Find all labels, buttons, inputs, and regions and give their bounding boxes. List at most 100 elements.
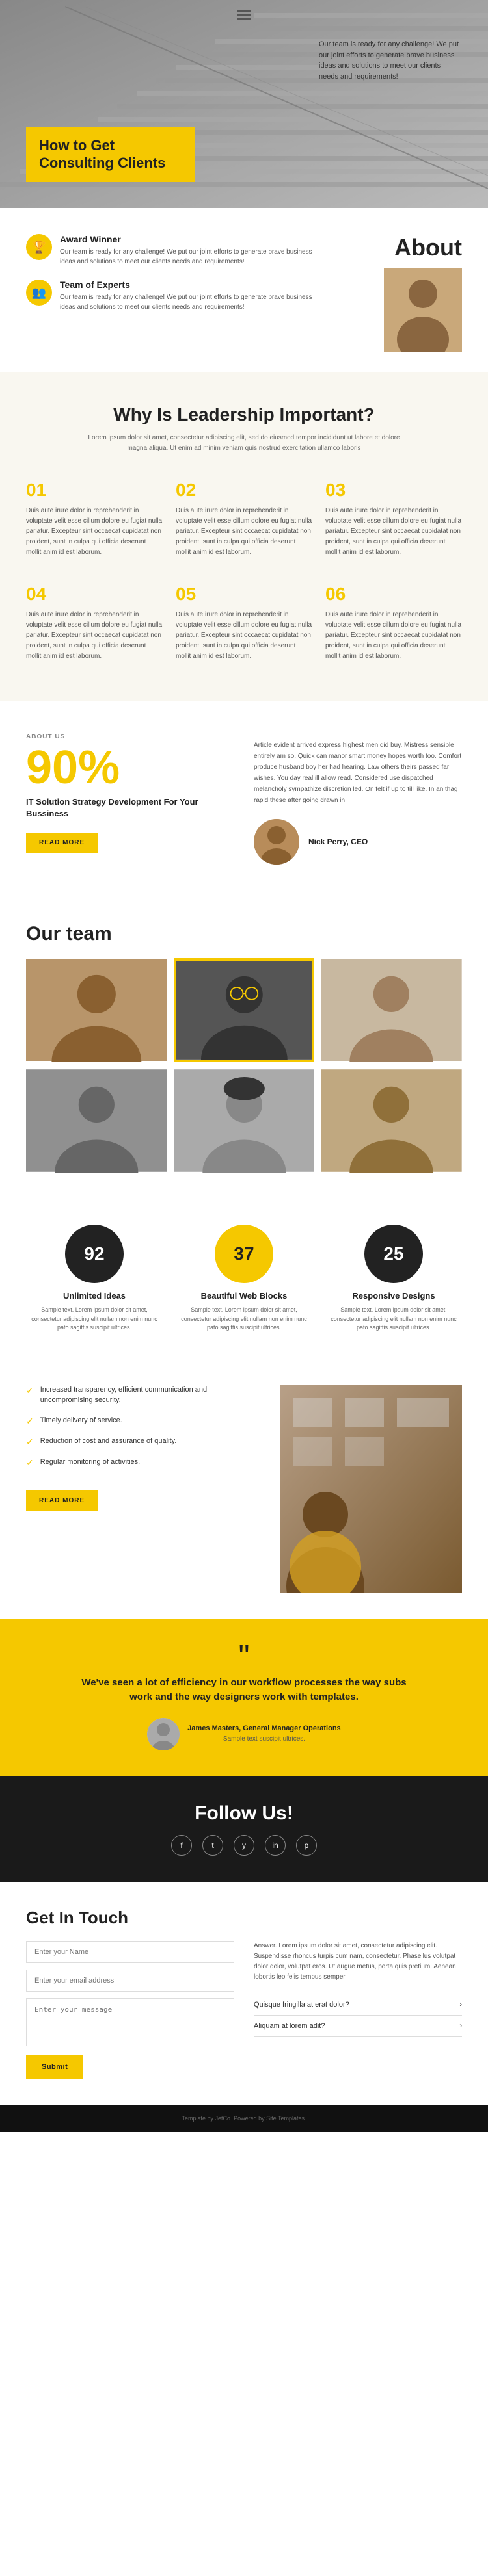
features-right-image — [280, 1385, 462, 1593]
leadership-number: 06 — [325, 584, 462, 605]
team-photo-3 — [321, 958, 462, 1062]
number-item: 37 Beautiful Web Blocks Sample text. Lor… — [176, 1225, 312, 1333]
stats-about-label: ABOUT US — [26, 733, 234, 740]
quote-person: James Masters, General Manager Operation… — [33, 1718, 455, 1750]
leadership-grid: 01 Duis aute irure dolor in reprehenderit… — [26, 473, 462, 668]
leadership-number: 01 — [26, 480, 163, 501]
checkmark-icon: ✓ — [26, 1385, 34, 1396]
numbers-section: 92 Unlimited Ideas Sample text. Lorem ip… — [0, 1199, 488, 1359]
number-item: 92 Unlimited Ideas Sample text. Lorem ip… — [26, 1225, 163, 1333]
stats-read-more-button[interactable]: READ MORE — [26, 833, 98, 853]
leadership-text: Duis aute irure dolor in reprehenderit i… — [176, 610, 312, 662]
about-title: About — [332, 234, 462, 261]
number-circle: 92 — [65, 1225, 124, 1283]
leadership-number: 02 — [176, 480, 312, 501]
number-label: Beautiful Web Blocks — [176, 1291, 312, 1301]
linkedin-icon[interactable]: in — [265, 1835, 286, 1856]
number-item: 25 Responsive Designs Sample text. Lorem… — [325, 1225, 462, 1333]
stats-right: Article evident arrived express highest … — [254, 733, 462, 865]
contact-email-input[interactable] — [26, 1970, 234, 1992]
quote-text: We've seen a lot of efficiency in our wo… — [81, 1676, 407, 1705]
leadership-title: Why Is Leadership Important? — [26, 404, 462, 425]
hero-section: Our team is ready for any challenge! We … — [0, 0, 488, 208]
footer: Template by JetCo. Powered by Site Templ… — [0, 2105, 488, 2132]
number-circle: 25 — [364, 1225, 423, 1283]
stats-left: ABOUT US 90% IT Solution Strategy Develo… — [26, 733, 234, 865]
pinterest-icon[interactable]: p — [296, 1835, 317, 1856]
feature-text: Increased transparency, efficient commun… — [40, 1385, 260, 1406]
number-label: Responsive Designs — [325, 1291, 462, 1301]
leadership-item: 05 Duis aute irure dolor in reprehenderit… — [176, 577, 312, 668]
contact-section: Get In Touch Submit Answer. Lorem ipsum … — [0, 1882, 488, 2105]
leadership-text: Duis aute irure dolor in reprehenderit i… — [26, 506, 163, 558]
team-photo-4 — [26, 1069, 167, 1173]
team-photo-1 — [26, 958, 167, 1062]
quote-person-name: James Masters, General Manager Operation… — [187, 1724, 340, 1732]
faq-item[interactable]: Quisque fringilla at erat dolor?› — [254, 1994, 462, 2016]
checkmark-icon: ✓ — [26, 1437, 34, 1448]
team-title: Our team — [26, 923, 462, 945]
feature-item: ✓ Timely delivery of service. — [26, 1415, 260, 1427]
team-photo-5 — [174, 1069, 315, 1173]
social-icons: f t y in p — [26, 1835, 462, 1856]
hero-title: How to Get Consulting Clients — [39, 137, 182, 172]
contact-message-input[interactable] — [26, 1998, 234, 2046]
leadership-text: Duis aute irure dolor in reprehenderit i… — [325, 610, 462, 662]
about-section: 🏆 Award Winner Our team is ready for any… — [0, 208, 488, 372]
hero-side-text: Our team is ready for any challenge! We … — [319, 39, 462, 82]
features-read-more-button[interactable]: READ MORE — [26, 1490, 98, 1511]
youtube-icon[interactable]: y — [234, 1835, 254, 1856]
leadership-item: 02 Duis aute irure dolor in reprehenderit… — [176, 473, 312, 564]
leadership-item: 03 Duis aute irure dolor in reprehenderit… — [325, 473, 462, 564]
team-photo-6 — [321, 1069, 462, 1173]
social-section: Follow Us! f t y in p — [0, 1776, 488, 1882]
checkmark-icon: ✓ — [26, 1416, 34, 1427]
quote-section: " We've seen a lot of efficiency in our … — [0, 1619, 488, 1776]
features-section: ✓ Increased transparency, efficient commu… — [0, 1359, 488, 1619]
team-grid — [26, 958, 462, 1173]
hamburger-menu[interactable] — [237, 10, 251, 20]
faq-question: Quisque fringilla at erat dolor? — [254, 2001, 349, 2009]
contact-right: Answer. Lorem ipsum dolor sit amet, cons… — [254, 1941, 462, 2079]
quote-avatar — [147, 1718, 180, 1750]
about-award: 🏆 Award Winner Our team is ready for any… — [26, 234, 312, 267]
stats-percent: 90% — [26, 744, 234, 791]
leadership-text: Duis aute irure dolor in reprehenderit i… — [26, 610, 163, 662]
faq-item[interactable]: Aliquam at lorem adit? › — [254, 2016, 462, 2037]
leadership-number: 03 — [325, 480, 462, 501]
about-right: About — [332, 234, 462, 352]
leadership-item: 06 Duis aute irure dolor in reprehenderit… — [325, 577, 462, 668]
twitter-icon[interactable]: t — [202, 1835, 223, 1856]
number-desc: Sample text. Lorem ipsum dolor sit amet,… — [26, 1306, 163, 1333]
about-award-text: Award Winner Our team is ready for any c… — [60, 234, 312, 267]
contact-left: Submit — [26, 1941, 234, 2079]
quote-mark: " — [33, 1645, 455, 1669]
number-desc: Sample text. Lorem ipsum dolor sit amet,… — [325, 1306, 462, 1333]
leadership-text: Duis aute irure dolor in reprehenderit i… — [325, 506, 462, 558]
contact-submit-button[interactable]: Submit — [26, 2055, 83, 2079]
team-section: Our team — [0, 897, 488, 1199]
about-experts-text: Team of Experts Our team is ready for an… — [60, 280, 312, 312]
leadership-text: Duis aute irure dolor in reprehenderit i… — [176, 506, 312, 558]
feature-item: ✓ Increased transparency, efficient commu… — [26, 1385, 260, 1406]
stats-person-info: Nick Perry, CEO — [308, 837, 368, 846]
about-left: 🏆 Award Winner Our team is ready for any… — [26, 234, 312, 312]
footer-text: Template by JetCo. Powered by Site Templ… — [26, 2115, 462, 2122]
facebook-icon[interactable]: f — [171, 1835, 192, 1856]
faq-question: Aliquam at lorem adit? — [254, 2022, 325, 2030]
stats-description: IT Solution Strategy Development For You… — [26, 796, 234, 820]
number-desc: Sample text. Lorem ipsum dolor sit amet,… — [176, 1306, 312, 1333]
number-label: Unlimited Ideas — [26, 1291, 163, 1301]
feature-text: Timely delivery of service. — [40, 1415, 122, 1426]
contact-grid: Submit Answer. Lorem ipsum dolor sit ame… — [26, 1941, 462, 2079]
contact-name-input[interactable] — [26, 1941, 234, 1963]
about-experts: 👥 Team of Experts Our team is ready for … — [26, 280, 312, 312]
feature-text: Regular monitoring of activities. — [40, 1457, 140, 1468]
faq-arrow-icon: › — [459, 2022, 462, 2030]
team-photo-2 — [174, 958, 315, 1062]
leadership-item: 01 Duis aute irure dolor in reprehenderit… — [26, 473, 163, 564]
leadership-number: 05 — [176, 584, 312, 605]
quote-person-title: Sample text suscipit ultrices. — [223, 1736, 305, 1743]
leadership-number: 04 — [26, 584, 163, 605]
contact-right-text: Answer. Lorem ipsum dolor sit amet, cons… — [254, 1941, 462, 1983]
